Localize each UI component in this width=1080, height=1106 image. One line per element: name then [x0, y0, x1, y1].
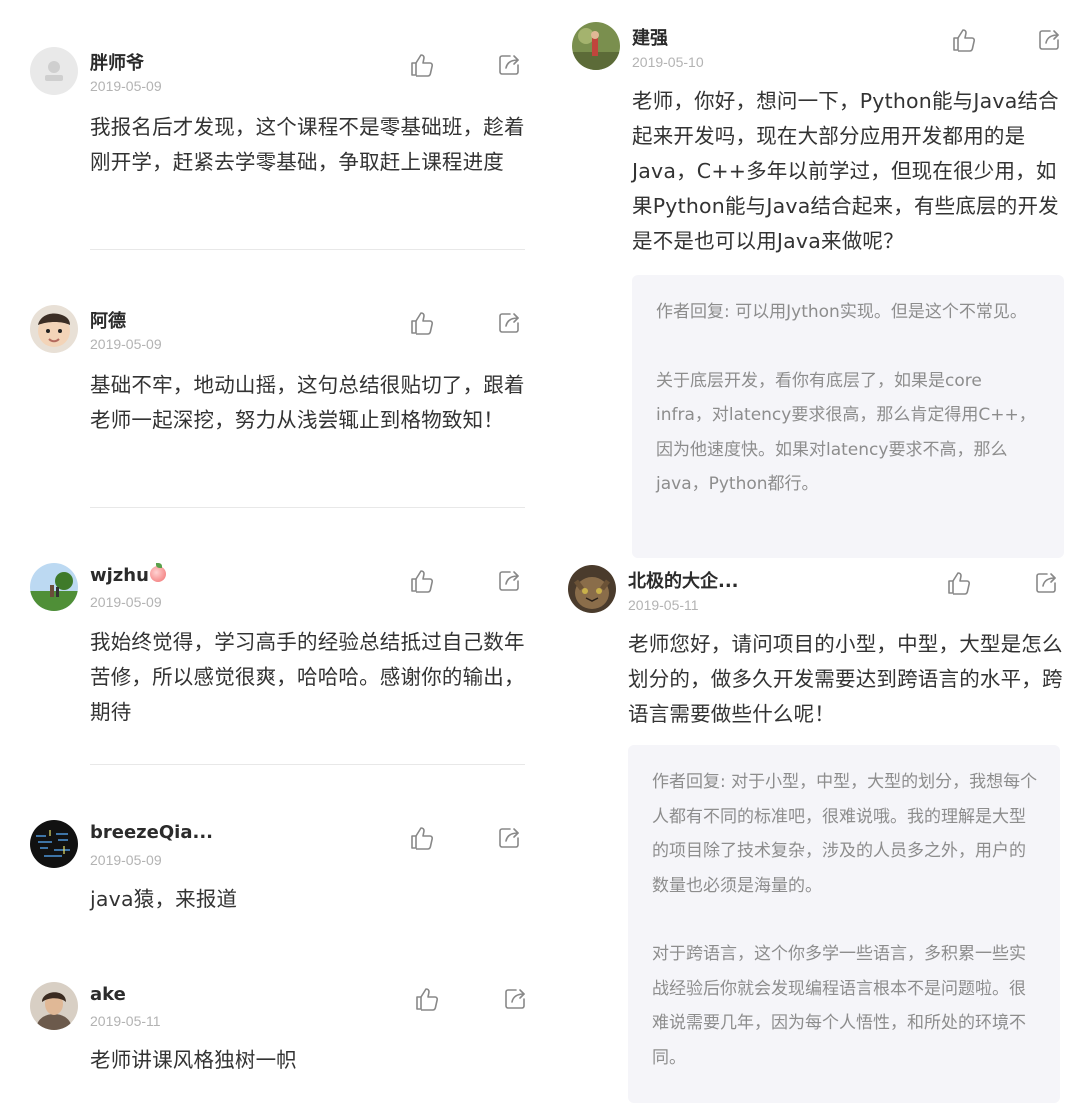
thumbs-up-icon[interactable]	[409, 310, 435, 336]
thumbs-up-icon[interactable]	[409, 568, 435, 594]
thumbs-up-icon[interactable]	[414, 986, 440, 1012]
thumbs-up-icon[interactable]	[951, 27, 977, 53]
comment-text: java猿，来报道	[90, 887, 238, 911]
commenter-name[interactable]: ake	[90, 984, 126, 1005]
comment-text: 老师您好，请问项目的小型，中型，大型是怎么划分的，做多久开发需要达到跨语言的水平…	[628, 632, 1063, 726]
avatar[interactable]	[30, 47, 78, 95]
comment-text: 基础不牢，地动山摇，这句总结很贴切了，跟着老师一起深挖，努力从浅尝辄止到格物致知…	[90, 373, 525, 432]
author-reply: 作者回复: 对于小型，中型，大型的划分，我想每个人都有不同的标准吧，很难说哦。我…	[628, 745, 1060, 1103]
avatar[interactable]	[30, 305, 78, 353]
divider	[90, 764, 525, 765]
avatar[interactable]	[572, 22, 620, 70]
thumbs-up-icon[interactable]	[946, 570, 972, 596]
comment-date: 2019-05-11	[628, 597, 699, 613]
comment-text: 我报名后才发现，这个课程不是零基础班，趁着刚开学，赶紧去学零基础，争取赶上课程进…	[90, 115, 525, 174]
commenter-name[interactable]: breezeQia...	[90, 822, 213, 843]
commenter-name[interactable]: wjzhu	[90, 563, 166, 586]
share-icon[interactable]	[497, 52, 523, 78]
share-icon[interactable]	[1034, 570, 1060, 596]
avatar[interactable]	[30, 820, 78, 868]
reply-paragraph: 作者回复: 可以用Jython实现。但是这个不常见。	[656, 302, 1027, 322]
comment-text: 老师，你好，想问一下，Python能与Java结合起来开发吗，现在大部分应用开发…	[632, 89, 1059, 253]
comment-text: 我始终觉得，学习高手的经验总结抵过自己数年苦修，所以感觉很爽，哈哈哈。感谢你的输…	[90, 630, 525, 724]
avatar[interactable]	[30, 563, 78, 611]
divider	[90, 249, 525, 250]
share-icon[interactable]	[503, 986, 529, 1012]
comment-date: 2019-05-09	[90, 852, 162, 868]
commenter-name[interactable]: 北极的大企...	[628, 567, 739, 593]
thumbs-up-icon[interactable]	[409, 52, 435, 78]
commenter-name[interactable]: 胖师爷	[90, 49, 144, 75]
comment-date: 2019-05-09	[90, 594, 162, 610]
comment-date: 2019-05-11	[90, 1013, 161, 1029]
thumbs-up-icon[interactable]	[409, 825, 435, 851]
comments-page: 胖师爷 2019-05-09 我报名后才发现，这个课程不是零基础班，趁着刚开学，…	[0, 0, 1080, 1106]
commenter-name[interactable]: 建强	[632, 24, 668, 50]
commenter-name[interactable]: 阿德	[90, 307, 126, 333]
peach-icon	[149, 563, 166, 582]
comment-date: 2019-05-10	[632, 54, 704, 70]
share-icon[interactable]	[497, 825, 523, 851]
share-icon[interactable]	[497, 568, 523, 594]
reply-paragraph: 关于底层开发，看你有底层了，如果是core infra，对latency要求很高…	[656, 370, 1036, 495]
divider	[90, 507, 525, 508]
reply-paragraph: 作者回复: 对于小型，中型，大型的划分，我想每个人都有不同的标准吧，很难说哦。我…	[652, 772, 1038, 896]
reply-paragraph: 对于跨语言，这个你多学一些语言，多积累一些实战经验后你就会发现编程语言根本不是问…	[652, 944, 1026, 1068]
share-icon[interactable]	[497, 310, 523, 336]
comment-date: 2019-05-09	[90, 78, 162, 94]
author-reply: 作者回复: 可以用Jython实现。但是这个不常见。 关于底层开发，看你有底层了…	[632, 275, 1064, 558]
avatar[interactable]	[568, 565, 616, 613]
comment-text: 老师讲课风格独树一帜	[90, 1048, 297, 1072]
share-icon[interactable]	[1037, 27, 1063, 53]
comment-date: 2019-05-09	[90, 336, 162, 352]
avatar[interactable]	[30, 982, 78, 1030]
